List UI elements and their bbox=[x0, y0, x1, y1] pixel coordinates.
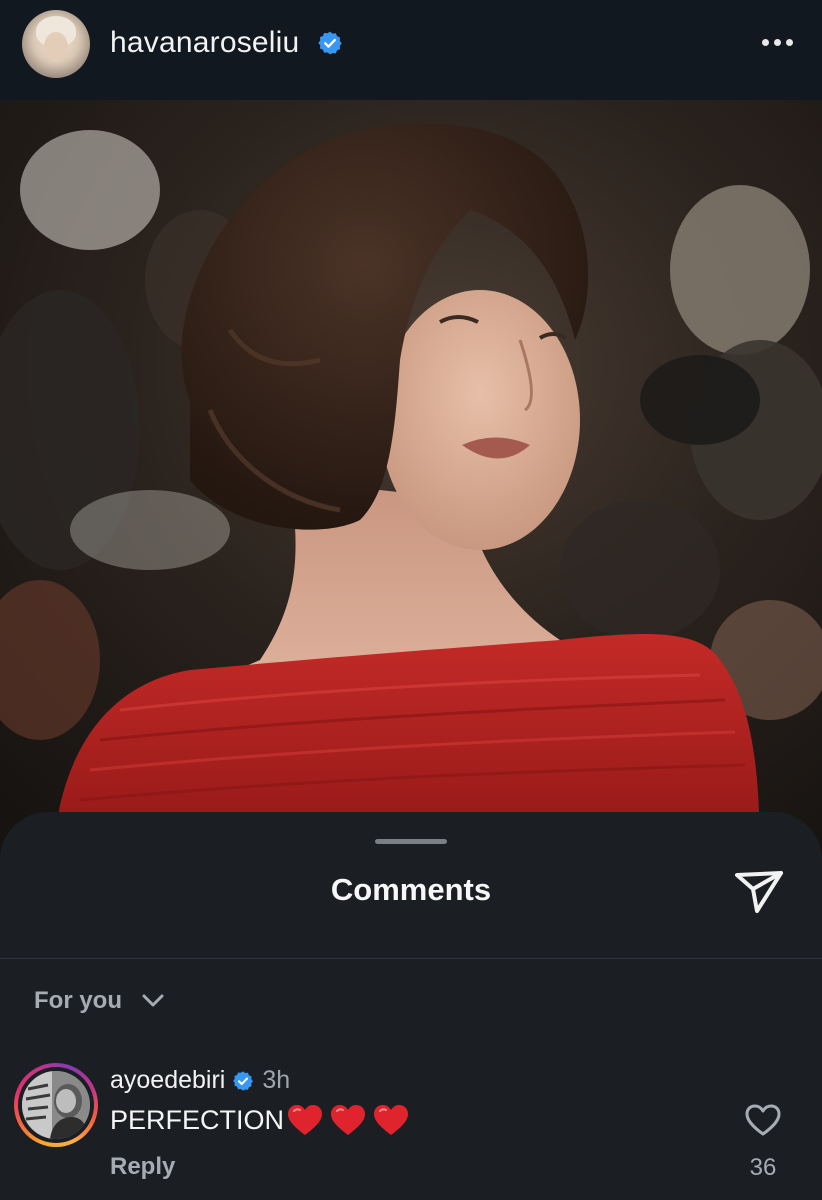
heart-outline-icon[interactable] bbox=[744, 1103, 782, 1137]
post-author-username[interactable]: havanaroseliu bbox=[110, 26, 299, 60]
like-count: 36 bbox=[749, 1154, 777, 1181]
comment-text: PERFECTION bbox=[110, 1104, 416, 1137]
commenter-avatar-story-ring[interactable] bbox=[14, 1063, 98, 1147]
red-heart-emoji-icon bbox=[374, 1105, 409, 1135]
comments-title: Comments bbox=[330, 872, 492, 907]
post-header: havanaroseliu bbox=[0, 0, 822, 100]
more-dot-icon bbox=[774, 39, 781, 46]
comment-header: ayoedebiri 3h bbox=[110, 1066, 290, 1095]
sheet-divider bbox=[0, 958, 822, 959]
post-author-avatar[interactable] bbox=[22, 10, 90, 78]
commenter-avatar-image bbox=[22, 1071, 90, 1139]
post-photo[interactable] bbox=[0, 100, 822, 860]
verified-badge-icon bbox=[233, 1070, 254, 1091]
more-dot-icon bbox=[786, 39, 793, 46]
chevron-down-icon bbox=[142, 994, 164, 1007]
more-dot-icon bbox=[762, 39, 769, 46]
comments-sheet: Comments For you ayoedebiri 3h PERFECTIO… bbox=[0, 812, 822, 1200]
commenter-avatar bbox=[22, 1071, 90, 1139]
portrait-photo-illustration bbox=[0, 100, 822, 860]
commenter-username[interactable]: ayoedebiri bbox=[110, 1066, 225, 1095]
filter-label: For you bbox=[34, 987, 122, 1014]
verified-badge-icon bbox=[318, 31, 342, 55]
red-heart-emoji-icon bbox=[288, 1105, 323, 1135]
reply-button[interactable]: Reply bbox=[110, 1153, 175, 1181]
avatar-face bbox=[44, 32, 68, 62]
instagram-post-screen: havanaroseliu Comments For you ayoedebir… bbox=[0, 0, 822, 1200]
comment-timestamp: 3h bbox=[262, 1066, 291, 1094]
comment-filter-dropdown[interactable]: For you bbox=[34, 984, 164, 1018]
send-paper-plane-icon[interactable] bbox=[733, 867, 785, 915]
comment-emoji-group bbox=[287, 1104, 416, 1137]
more-options-button[interactable] bbox=[752, 28, 802, 58]
red-heart-emoji-icon bbox=[331, 1105, 366, 1135]
sheet-drag-handle[interactable] bbox=[375, 839, 447, 844]
comment-body: PERFECTION bbox=[110, 1105, 285, 1135]
